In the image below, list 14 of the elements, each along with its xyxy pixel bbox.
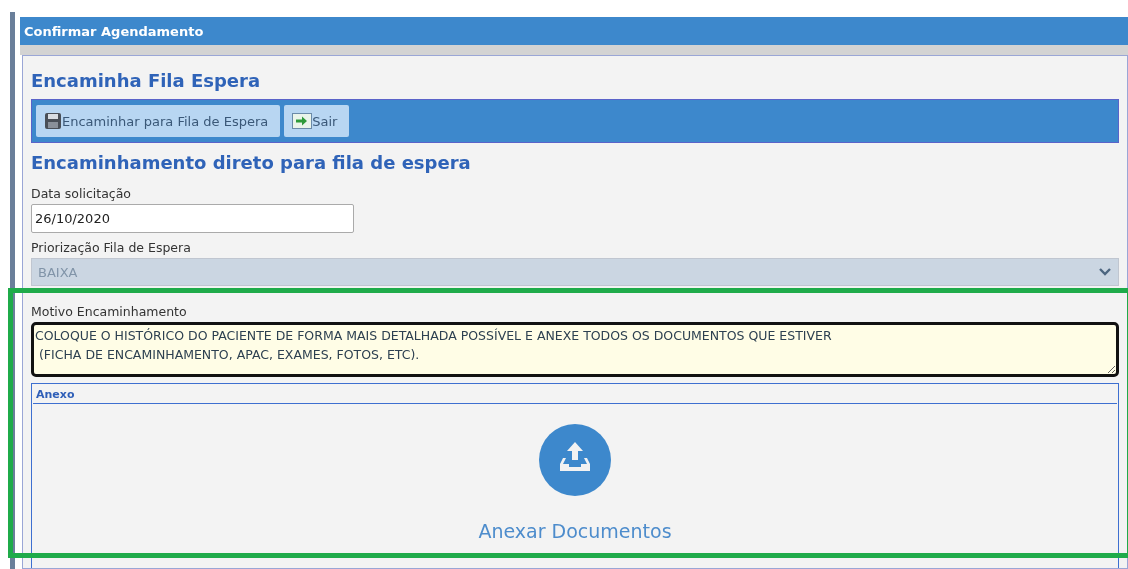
window-title: Confirmar Agendamento [24,23,204,39]
date-field[interactable]: 26/10/2020 [31,204,354,233]
chevron-down-icon [1098,267,1112,277]
field-label: Motivo Encaminhamento [31,304,187,319]
field-label: Data solicitação [31,186,131,201]
page-heading: Encaminha Fila Espera [31,70,262,91]
upload-icon[interactable] [539,424,611,496]
exit-button[interactable]: Sair [284,105,350,137]
attachment-legend: Anexo [33,384,1117,404]
section-title: Encaminhamento direto para fila de espera [31,152,472,173]
field-label: Priorização Fila de Espera [31,240,191,255]
forward-button[interactable]: Encaminhar para Fila de Espera [36,105,281,137]
attach-documents-link[interactable]: Anexar Documentos [478,520,672,542]
reason-textarea[interactable]: COLOQUE O HISTÓRICO DO PACIENTE DE FORMA MAIS DETALHADA POSSÍVEL E ANEXE TODOS OS DOCUMENTOS QUE ESTIVER (FICHA DE ENCAMINHAMENTO, APAC, EXAMES, FOTOS, ETC). [31,322,1119,377]
